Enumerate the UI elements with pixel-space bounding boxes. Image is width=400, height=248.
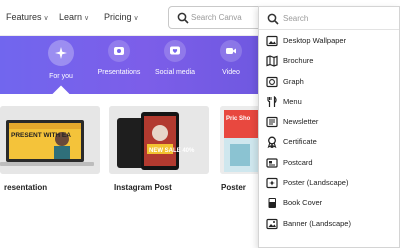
- category-social-media-label: Social media: [154, 69, 196, 76]
- menu-utensils-icon: [267, 95, 277, 107]
- template-card-instagram-post[interactable]: NEW SALE 40%: [109, 106, 209, 174]
- template-label-poster: Poster: [221, 183, 246, 192]
- instagram-thumb-text: NEW SALE 40%: [149, 148, 195, 154]
- dropdown-item-banner-landscape[interactable]: Banner (Landscape): [259, 214, 399, 234]
- category-for-you-label: For you: [49, 73, 73, 80]
- dropdown-item-label: Poster (Landscape): [283, 178, 349, 188]
- dropdown-item-menu[interactable]: Menu: [259, 92, 399, 112]
- instagram-post-thumbnail: NEW SALE 40%: [109, 106, 209, 174]
- poster-thumbnail: Pric Sho: [220, 106, 262, 174]
- book-cover-icon: [268, 198, 276, 209]
- heart-chat-icon: [164, 40, 186, 62]
- canva-search-placeholder: Search Canva: [191, 13, 242, 22]
- category-presentations-label: Presentations: [97, 69, 141, 76]
- dropdown-item-poster-landscape[interactable]: Poster (Landscape): [259, 173, 399, 193]
- dropdown-item-book-cover[interactable]: Book Cover: [259, 193, 399, 213]
- dropdown-item-label: Banner (Landscape): [283, 218, 351, 228]
- chevron-down-icon: ∨: [43, 15, 49, 22]
- newsletter-icon: [266, 117, 278, 128]
- wallpaper-icon: [266, 35, 278, 47]
- brochure-icon: [266, 55, 278, 67]
- category-for-you[interactable]: For you: [33, 40, 89, 80]
- dropdown-item-desktop-wallpaper[interactable]: Desktop Wallpaper: [259, 31, 399, 51]
- dropdown-item-label: Book Cover: [283, 198, 323, 208]
- nav-features-label: Features: [6, 12, 42, 22]
- dropdown-item-label: Postcard: [283, 157, 313, 167]
- sparkle-icon: [48, 40, 74, 66]
- certificate-icon: [267, 137, 277, 149]
- dropdown-search-input[interactable]: Search: [259, 7, 399, 30]
- template-label-presentation: resentation: [4, 183, 48, 192]
- dropdown-item-graph[interactable]: Graph: [259, 72, 399, 92]
- dropdown-item-postcard[interactable]: Postcard: [259, 153, 399, 173]
- search-dropdown: Search Desktop Wallpaper Brochure Graph …: [258, 6, 400, 248]
- dropdown-item-brochure[interactable]: Brochure: [259, 51, 399, 71]
- video-camera-icon: [220, 40, 242, 62]
- dropdown-item-certificate[interactable]: Certificate: [259, 132, 399, 152]
- template-label-instagram-post: Instagram Post: [114, 183, 172, 192]
- category-social-media[interactable]: Social media: [147, 40, 203, 76]
- category-video[interactable]: Video: [203, 40, 259, 76]
- postcard-icon: [266, 158, 278, 168]
- dropdown-item-newsletter[interactable]: Newsletter: [259, 112, 399, 132]
- search-icon: [267, 12, 279, 30]
- poster-thumb-text: Pric Sho: [226, 116, 251, 122]
- template-card-presentation[interactable]: PRESENT WITH EA: [0, 106, 100, 174]
- template-card-poster[interactable]: Pric Sho: [220, 106, 262, 174]
- canva-search-box[interactable]: Search Canva: [168, 6, 268, 29]
- nav-learn-label: Learn: [59, 12, 83, 22]
- presentation-thumbnail: PRESENT WITH EA: [0, 106, 100, 174]
- dropdown-item-label: Brochure: [283, 56, 314, 66]
- graph-icon: [266, 76, 278, 87]
- category-presentations[interactable]: Presentations: [91, 40, 147, 76]
- nav-learn[interactable]: Learn ∨: [59, 12, 89, 22]
- poster-landscape-icon: [266, 177, 278, 189]
- dropdown-item-label: Menu: [283, 96, 302, 106]
- dropdown-item-label: Graph: [283, 76, 304, 86]
- banner-landscape-icon: [266, 218, 278, 229]
- dropdown-search-placeholder: Search: [283, 14, 309, 23]
- search-icon: [177, 11, 189, 29]
- dropdown-list: Desktop Wallpaper Brochure Graph Menu Ne…: [259, 31, 399, 234]
- nav-features[interactable]: Features ∨: [6, 12, 49, 22]
- nav-pricing[interactable]: Pricing ∨: [104, 12, 139, 22]
- chevron-down-icon: ∨: [133, 15, 139, 22]
- category-hero: For you Presentations Social media Video: [0, 36, 262, 94]
- dropdown-item-label: Desktop Wallpaper: [283, 36, 347, 45]
- dropdown-item-label: Newsletter: [283, 117, 319, 127]
- dropdown-item-label: Certificate: [283, 137, 317, 147]
- nav-pricing-label: Pricing: [104, 12, 132, 22]
- presentation-thumb-text: PRESENT WITH EA: [11, 132, 71, 139]
- chevron-down-icon: ∨: [84, 15, 90, 22]
- category-video-label: Video: [222, 69, 240, 76]
- presentation-icon: [108, 40, 130, 62]
